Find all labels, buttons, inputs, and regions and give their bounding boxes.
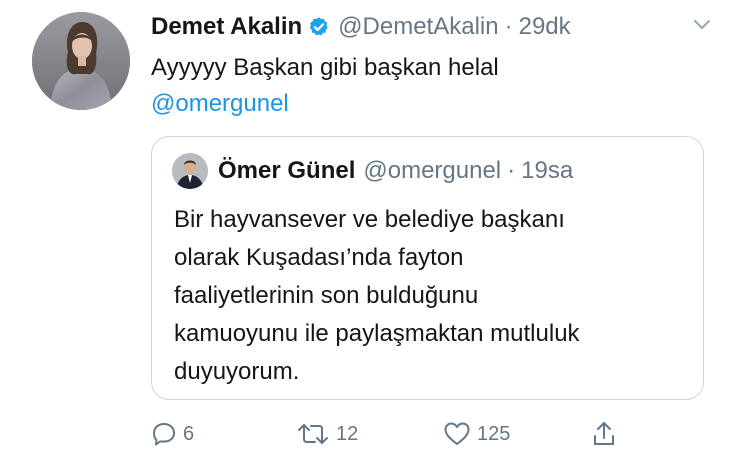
tweet-header: Demet Akalin @DemetAkalin · 29dk bbox=[151, 10, 571, 44]
like-button[interactable]: 125 bbox=[443, 416, 510, 452]
author-handle[interactable]: @DemetAkalin bbox=[338, 13, 498, 41]
quoted-text-line: duyuyorum. bbox=[174, 358, 300, 385]
chevron-down-icon[interactable] bbox=[692, 18, 712, 37]
tweet-text: Ayyyyy Başkan gibi başkan helal bbox=[151, 54, 499, 81]
mention-link[interactable]: @omergunel bbox=[151, 86, 711, 122]
separator-dot: · bbox=[504, 13, 513, 40]
quoted-tweet-timestamp[interactable]: 19sa bbox=[521, 157, 573, 185]
quoted-text-line: olarak Kuşadası’nda fayton bbox=[174, 244, 464, 271]
author-avatar[interactable] bbox=[32, 12, 130, 110]
quoted-tweet-text: Bir hayvansever ve belediye başkanı olar… bbox=[174, 201, 689, 391]
quoted-author-handle[interactable]: @omergunel bbox=[363, 157, 501, 185]
share-button[interactable] bbox=[591, 416, 617, 452]
share-icon bbox=[591, 420, 617, 448]
tweet-timestamp[interactable]: 29dk bbox=[519, 13, 571, 41]
like-count: 125 bbox=[477, 422, 511, 445]
tweet-actions: 6 12 125 bbox=[151, 416, 631, 452]
quoted-separator-dot: · bbox=[507, 157, 516, 184]
quoted-text-line: kamuoyunu ile paylaşmaktan mutluluk bbox=[174, 320, 580, 347]
tweet-body: Ayyyyy Başkan gibi başkan helal @omergun… bbox=[151, 50, 711, 122]
heart-icon bbox=[443, 421, 471, 447]
reply-button[interactable]: 6 bbox=[151, 416, 194, 452]
quoted-author-avatar[interactable] bbox=[172, 153, 208, 189]
quoted-text-line: Bir hayvansever ve belediye başkanı bbox=[174, 206, 565, 233]
reply-icon bbox=[151, 421, 177, 447]
quoted-tweet-card[interactable]: Ömer Günel @omergunel · 19sa Bir hayvans… bbox=[151, 136, 704, 400]
quoted-tweet-header: Ömer Günel @omergunel · 19sa bbox=[172, 153, 573, 189]
author-display-name[interactable]: Demet Akalin bbox=[151, 13, 302, 41]
retweet-count: 12 bbox=[336, 422, 359, 445]
quoted-text-line: faaliyetlerinin son bulduğunu bbox=[174, 282, 479, 309]
retweet-icon bbox=[296, 421, 330, 447]
retweet-button[interactable]: 12 bbox=[296, 416, 358, 452]
verified-badge-icon bbox=[308, 16, 330, 38]
reply-count: 6 bbox=[183, 422, 195, 445]
quoted-author-display-name[interactable]: Ömer Günel bbox=[218, 157, 355, 185]
